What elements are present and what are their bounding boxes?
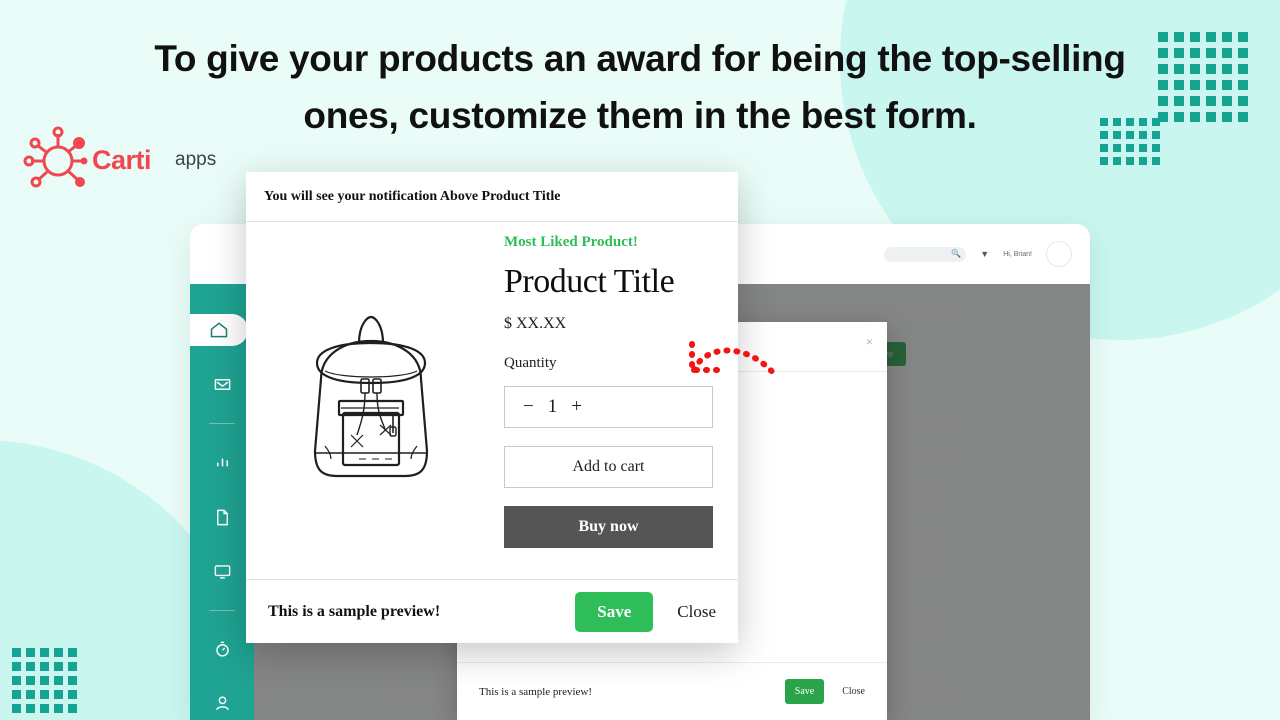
annotation-arrow-icon	[689, 341, 779, 379]
avatar[interactable]	[1046, 241, 1072, 267]
sidebar-item-analytics[interactable]	[190, 446, 254, 478]
person-icon	[215, 696, 229, 711]
sidebar-item-home[interactable]	[190, 314, 248, 347]
save-button[interactable]: Save	[575, 591, 654, 632]
file-icon	[216, 509, 228, 525]
sidebar-item-messages[interactable]	[190, 368, 254, 400]
home-icon	[210, 322, 228, 338]
cart-icon[interactable]: ▼	[980, 249, 989, 259]
front-modal-footer: This is a sample preview! Save Close	[246, 579, 738, 643]
product-price: $ XX.XX	[504, 315, 567, 332]
sidebar-divider-2	[209, 609, 235, 612]
buy-now-button[interactable]: Buy now	[504, 506, 713, 548]
page-headline: To give your products an award for being…	[154, 38, 1126, 137]
sidebar-item-display[interactable]	[190, 555, 254, 587]
front-modal-body: Most Liked Product! Product Title $ XX.X…	[246, 222, 738, 579]
dot-grid-decor-top	[1158, 32, 1248, 122]
preview-note: This is a sample preview!	[268, 602, 441, 620]
add-to-cart-button[interactable]: Add to cart	[504, 446, 713, 488]
quantity-value: 1	[547, 396, 558, 417]
poster-stage: To give your products an award for being…	[0, 0, 1280, 720]
dashboard-sidebar	[190, 284, 254, 720]
front-preview-modal: You will see your notification Above Pro…	[246, 172, 738, 643]
backpack-illustration	[313, 315, 429, 477]
front-modal-header: You will see your notification Above Pro…	[246, 172, 738, 222]
sidebar-divider	[209, 422, 235, 425]
inner-close-button[interactable]: Close	[842, 686, 865, 697]
most-liked-badge: Most Liked Product!	[504, 234, 638, 250]
inner-preview-note: This is a sample preview!	[479, 685, 593, 698]
quantity-increase-button[interactable]: +	[571, 396, 582, 418]
user-greeting: Hi, Brian!	[1003, 250, 1032, 258]
brand-name: Carti	[92, 144, 152, 175]
inner-modal-footer: This is a sample preview! Save Close	[457, 662, 887, 720]
sidebar-item-timer[interactable]	[190, 633, 254, 665]
brand-suffix: apps	[175, 149, 217, 170]
quantity-stepper[interactable]: − 1 +	[504, 386, 713, 428]
monitor-icon	[214, 565, 230, 579]
stopwatch-icon	[215, 641, 229, 657]
close-button[interactable]: Close	[677, 602, 716, 622]
brand-logo: Carti apps	[22, 124, 216, 196]
inner-save-button[interactable]: Save	[784, 679, 825, 704]
sidebar-item-account[interactable]	[190, 688, 254, 720]
envelope-icon	[214, 379, 230, 390]
product-details: Most Liked Product! Product Title $ XX.X…	[496, 222, 738, 579]
dot-grid-decor-bottom	[12, 648, 77, 713]
sidebar-item-documents[interactable]	[190, 501, 254, 533]
close-icon[interactable]: ×	[866, 334, 873, 350]
carti-molecule-icon	[23, 126, 88, 188]
product-image-area	[246, 222, 496, 579]
search-input[interactable]: 🔍	[884, 246, 967, 262]
quantity-decrease-button[interactable]: −	[523, 396, 534, 418]
bar-chart-icon	[216, 458, 228, 467]
search-icon: 🔍	[951, 249, 962, 258]
product-title: Product Title	[504, 263, 675, 300]
